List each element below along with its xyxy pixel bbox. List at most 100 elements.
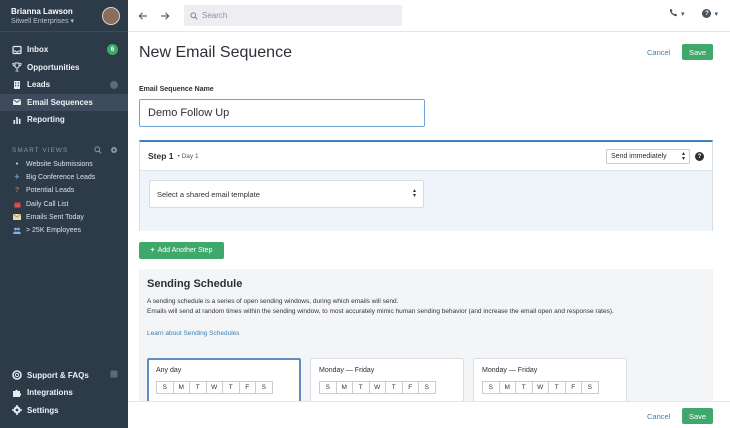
step-title: Step 1 bbox=[148, 151, 174, 161]
email-template-select[interactable]: Select a shared email template ▴ ▾ bbox=[149, 180, 424, 208]
sidebar-item-opportunities[interactable]: Opportunities bbox=[0, 59, 128, 77]
weekday-row: S M T W T F S bbox=[319, 381, 455, 394]
step-body: Select a shared email template ▴ ▾ bbox=[140, 171, 712, 231]
help-menu-caret: ▾ bbox=[714, 10, 718, 18]
question-icon: ? bbox=[14, 187, 20, 195]
gear-icon bbox=[11, 405, 22, 416]
schedule-option-any-day[interactable]: Any day S M T W T F S bbox=[147, 358, 301, 404]
cancel-button[interactable]: Cancel bbox=[647, 48, 670, 57]
smart-view-big-conference-leads[interactable]: ✈ Big Conference Leads bbox=[0, 171, 128, 184]
add-another-step-button[interactable]: + Add Another Step bbox=[139, 242, 224, 259]
back-arrow-icon[interactable] bbox=[136, 9, 150, 23]
add-lead-icon[interactable] bbox=[110, 80, 118, 89]
day-cell: F bbox=[564, 381, 582, 394]
sidebar-item-settings[interactable]: Settings bbox=[0, 402, 128, 420]
help-menu[interactable]: ? ▾ bbox=[702, 9, 718, 18]
day-cell: T bbox=[548, 381, 566, 394]
top-bar: ▾ ? ▾ bbox=[128, 0, 730, 32]
search-icon bbox=[190, 7, 198, 25]
lifebuoy-icon bbox=[11, 370, 22, 381]
weekday-row: S M T W T F S bbox=[482, 381, 618, 394]
day-cell: S bbox=[156, 381, 174, 394]
footer-cancel-button[interactable]: Cancel bbox=[647, 412, 670, 421]
day-cell: S bbox=[482, 381, 500, 394]
plus-icon: + bbox=[150, 247, 155, 254]
save-button[interactable]: Save bbox=[682, 44, 713, 60]
day-cell: W bbox=[531, 381, 549, 394]
email-sequence-icon bbox=[11, 97, 22, 108]
day-cell: F bbox=[238, 381, 256, 394]
day-cell: T bbox=[222, 381, 240, 394]
sidebar-item-reporting[interactable]: Reporting bbox=[0, 111, 128, 129]
building-icon bbox=[11, 79, 22, 90]
profile-org: Sitwell Enterprises ▾ bbox=[11, 17, 75, 25]
day-cell: M bbox=[498, 381, 516, 394]
smart-view-daily-call-list[interactable]: Daily Call List bbox=[0, 197, 128, 210]
schedule-options: Any day S M T W T F S Monday — Friday S … bbox=[147, 358, 627, 404]
sequence-name-label: Email Sequence Name bbox=[139, 86, 214, 93]
search-icon[interactable] bbox=[94, 145, 102, 156]
smart-view-25k-employees[interactable]: > 25K Employees bbox=[0, 224, 128, 237]
people-icon bbox=[12, 227, 22, 235]
step-day: • Day 1 bbox=[177, 152, 199, 160]
help-icon: ? bbox=[702, 9, 712, 18]
external-link-icon bbox=[110, 370, 118, 380]
phone-menu[interactable]: ▾ bbox=[669, 8, 685, 19]
main-nav: Inbox 6 Opportunities Leads Email Sequen… bbox=[0, 41, 128, 129]
day-cell: T bbox=[189, 381, 207, 394]
smart-view-potential-leads[interactable]: ? Potential Leads bbox=[0, 184, 128, 197]
forward-arrow-icon[interactable] bbox=[158, 9, 172, 23]
profile-name: Brianna Lawson bbox=[11, 6, 73, 16]
gear-icon[interactable] bbox=[110, 146, 118, 156]
sidebar-item-email-sequences[interactable]: Email Sequences bbox=[0, 93, 128, 111]
page-title: New Email Sequence bbox=[139, 44, 292, 61]
schedule-option-weekdays[interactable]: Monday — Friday S M T W T F S bbox=[310, 358, 464, 404]
avatar[interactable] bbox=[102, 6, 120, 25]
day-cell: W bbox=[368, 381, 386, 394]
phone-menu-caret: ▾ bbox=[680, 10, 685, 18]
step-card: Step 1 • Day 1 Send immediately ▴ ▾ ? Sel… bbox=[139, 140, 713, 231]
plane-icon: ✈ bbox=[14, 174, 20, 182]
trophy-icon bbox=[11, 62, 22, 73]
select-arrows-icon: ▴ ▾ bbox=[681, 150, 685, 162]
sidebar-item-inbox[interactable]: Inbox 6 bbox=[0, 41, 128, 59]
day-cell: T bbox=[515, 381, 533, 394]
footer-action-bar: Cancel Save bbox=[128, 401, 730, 428]
smart-view-website-submissions[interactable]: • Website Submissions bbox=[0, 158, 128, 171]
sequence-name-input[interactable] bbox=[139, 99, 425, 127]
sending-schedule-title: Sending Schedule bbox=[147, 278, 243, 290]
schedule-option-weekdays-alt[interactable]: Monday — Friday S M T W T F S bbox=[473, 358, 627, 404]
smart-views-header: SMART VIEWS bbox=[0, 144, 128, 158]
footer-save-button[interactable]: Save bbox=[682, 408, 713, 424]
puzzle-icon bbox=[11, 387, 22, 398]
day-cell: S bbox=[581, 381, 599, 394]
smart-view-emails-sent-today[interactable]: Emails Sent Today bbox=[0, 211, 128, 224]
help-icon[interactable]: ? bbox=[695, 152, 704, 161]
day-cell: T bbox=[385, 381, 403, 394]
search-bar[interactable] bbox=[184, 5, 402, 26]
day-cell: S bbox=[255, 381, 273, 394]
select-arrows-icon: ▴ ▾ bbox=[412, 188, 416, 199]
sidebar-item-support[interactable]: Support & FAQs bbox=[0, 367, 128, 385]
sidebar-item-integrations[interactable]: Integrations bbox=[0, 384, 128, 402]
envelope-icon bbox=[12, 214, 22, 221]
inbox-count-badge: 6 bbox=[107, 44, 118, 56]
send-timing-select[interactable]: Send immediately ▴ ▾ bbox=[606, 149, 690, 164]
day-cell: F bbox=[401, 381, 419, 394]
day-cell: S bbox=[319, 381, 337, 394]
weekday-row: S M T W T F S bbox=[156, 381, 292, 394]
learn-about-schedules-link[interactable]: Learn about Sending Schedules bbox=[147, 330, 240, 337]
sidebar-item-leads[interactable]: Leads bbox=[0, 76, 128, 94]
day-cell: S bbox=[418, 381, 436, 394]
main-content: New Email Sequence Cancel Save Email Seq… bbox=[128, 32, 730, 428]
calendar-icon bbox=[12, 201, 22, 208]
sending-schedule-section: Sending Schedule A sending schedule is a… bbox=[139, 269, 713, 404]
bar-chart-icon bbox=[11, 114, 22, 125]
sidebar: Brianna Lawson Sitwell Enterprises ▾ Inb… bbox=[0, 0, 128, 428]
day-cell: W bbox=[205, 381, 223, 394]
day-cell: M bbox=[335, 381, 353, 394]
step-header: Step 1 • Day 1 Send immediately ▴ ▾ ? bbox=[140, 142, 712, 171]
bottom-nav: Support & FAQs Integrations Settings bbox=[0, 367, 128, 420]
search-input[interactable] bbox=[202, 11, 392, 20]
profile-menu[interactable]: Brianna Lawson Sitwell Enterprises ▾ bbox=[0, 0, 128, 32]
